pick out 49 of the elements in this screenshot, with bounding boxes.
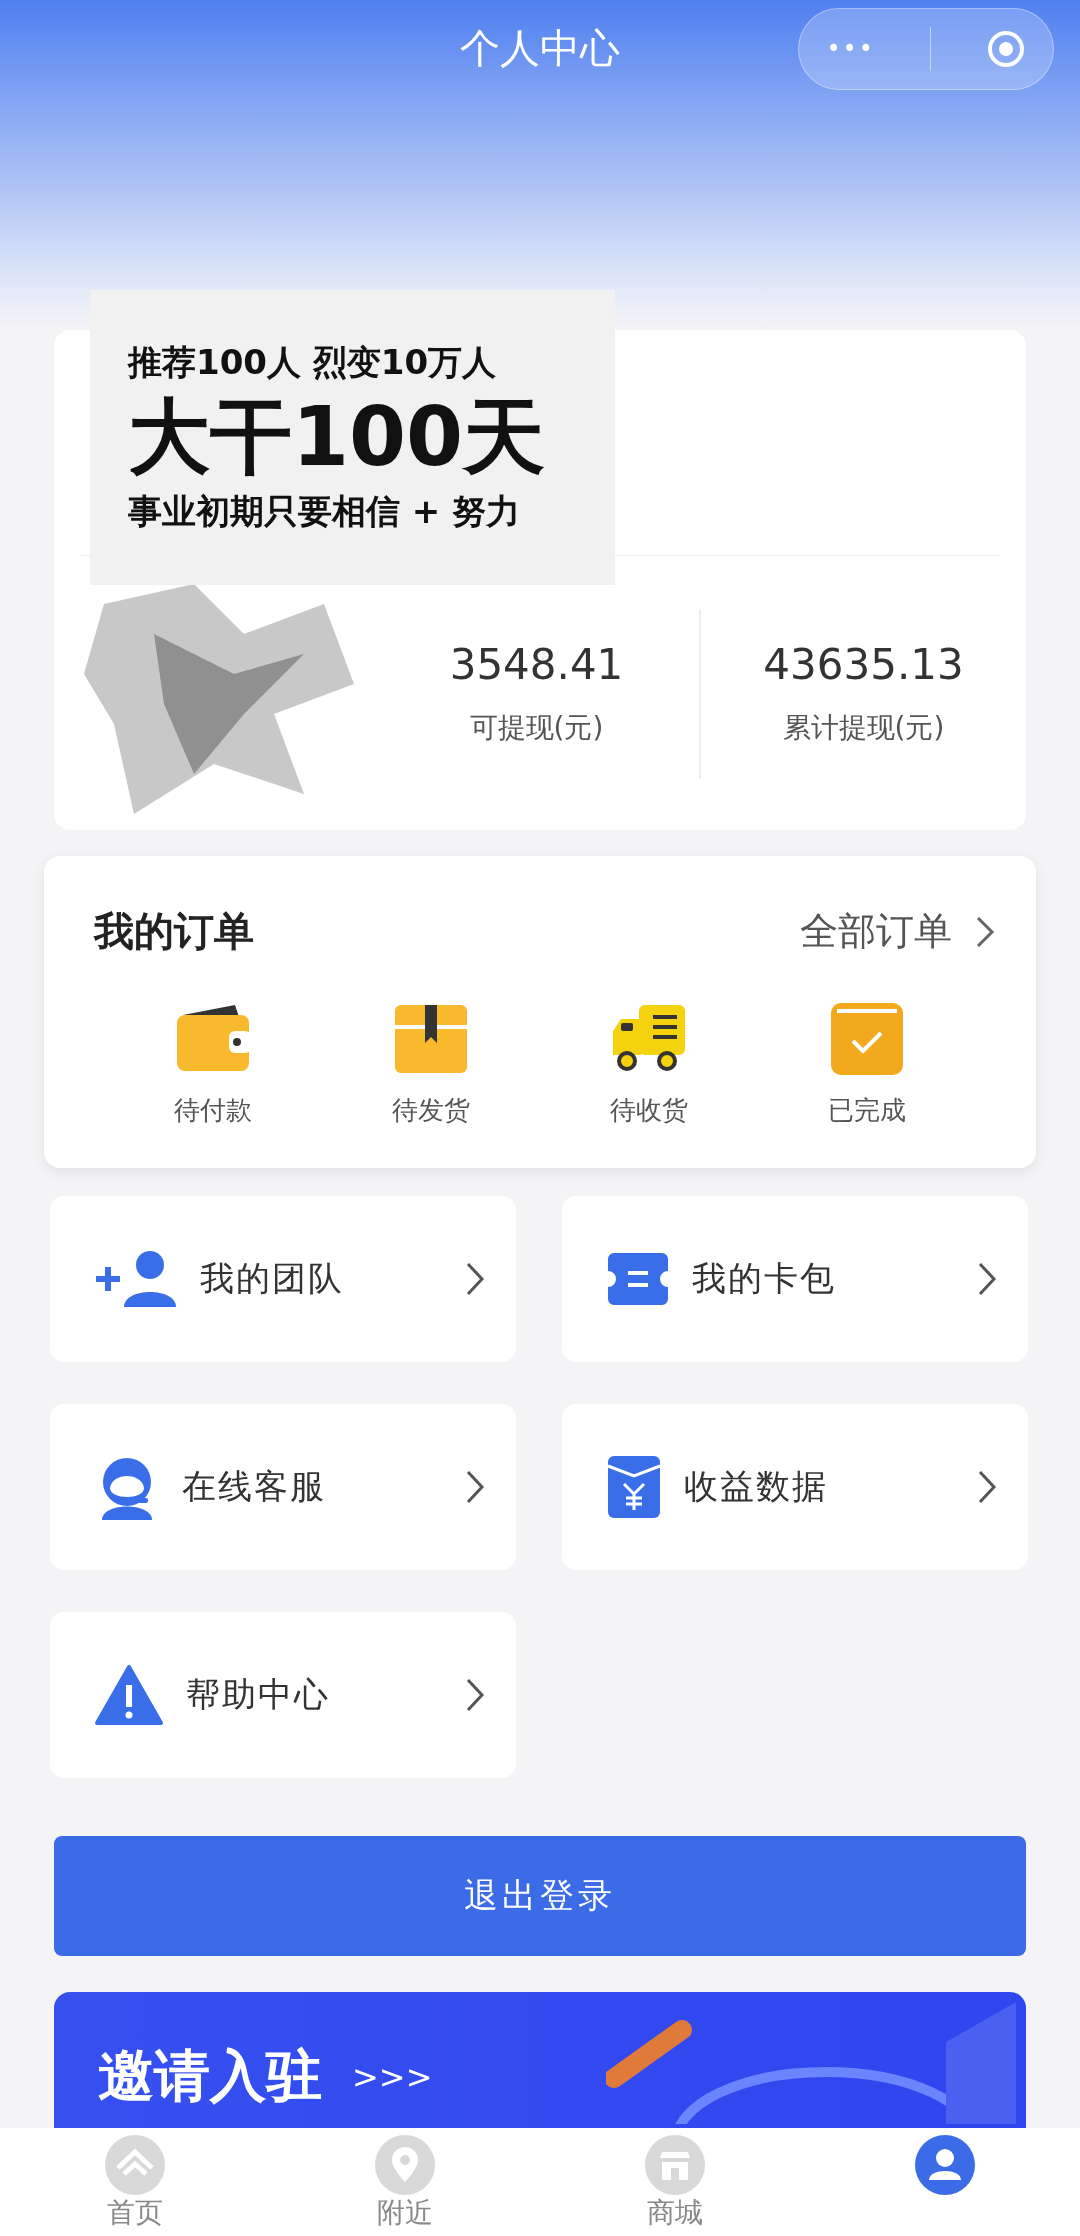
tab-label: 首页 xyxy=(107,2196,163,2230)
menu-card[interactable]: 我的卡包 xyxy=(562,1196,1028,1362)
order-status-label: 待付款 xyxy=(174,1094,252,1127)
warning-icon xyxy=(94,1663,164,1727)
menu-label: 在线客服 xyxy=(182,1465,327,1508)
menu-label: 帮助中心 xyxy=(186,1673,331,1716)
menu-card[interactable]: 收益数据 xyxy=(562,1404,1028,1570)
page-title: 个人中心 xyxy=(460,23,620,73)
chevron-right-icon xyxy=(464,1677,486,1713)
chevron-right-icon xyxy=(976,1469,998,1505)
promo-text: 事业初期只要相信 + 努力 xyxy=(128,489,522,533)
menu-label: 收益数据 xyxy=(684,1465,829,1508)
menu-card[interactable]: 我的团队 xyxy=(50,1196,516,1362)
stat-label: 可提现(元) xyxy=(469,710,604,746)
order-status-item[interactable]: 已完成 xyxy=(797,1001,937,1128)
profile-icon xyxy=(914,2134,976,2196)
order-status-label: 已完成 xyxy=(828,1094,906,1127)
stat-value: 43635.13 xyxy=(763,640,964,689)
promo-text: 推荐100人 烈变10万人 xyxy=(128,341,498,385)
menu-label: 我的卡包 xyxy=(692,1257,837,1300)
order-status-item[interactable]: 待付款 xyxy=(143,1001,283,1128)
tab-label: 附近 xyxy=(377,2196,433,2230)
chevron-right-icon xyxy=(464,1261,486,1297)
store-icon xyxy=(644,2134,706,2196)
banner-title: 邀请入驻 xyxy=(98,2042,322,2110)
home-icon xyxy=(104,2134,166,2196)
chevron-right-icon xyxy=(974,914,996,949)
order-status-label: 待收货 xyxy=(610,1094,688,1127)
close-icon[interactable] xyxy=(985,29,1026,69)
stat-label: 累计提现(元) xyxy=(782,710,945,746)
orders-title: 我的订单 xyxy=(94,907,254,956)
chevron-right-icon xyxy=(976,1261,998,1297)
add-person-icon xyxy=(94,1249,178,1309)
logout-button[interactable]: 退出登录 xyxy=(54,1836,1026,1956)
stat-value: 3548.41 xyxy=(449,640,624,689)
location-icon xyxy=(374,2134,436,2196)
menu-card[interactable]: 帮助中心 xyxy=(50,1612,516,1778)
order-status-item[interactable]: 待发货 xyxy=(361,1001,501,1128)
banner-arrows: >>> xyxy=(352,2058,433,2096)
menu-label: 我的团队 xyxy=(200,1257,345,1300)
chevron-right-icon xyxy=(464,1469,486,1505)
card-icon xyxy=(606,1251,670,1307)
menu-card[interactable]: 在线客服 xyxy=(50,1404,516,1570)
order-status-item[interactable]: 待收货 xyxy=(579,1001,719,1128)
order-status-label: 待发货 xyxy=(392,1094,470,1127)
all-orders-link[interactable]: 全部订单 xyxy=(800,906,996,957)
tab-label: 商城 xyxy=(647,2196,703,2230)
promo-text: 大干100天 xyxy=(128,392,547,483)
yen-envelope-icon xyxy=(606,1454,662,1520)
